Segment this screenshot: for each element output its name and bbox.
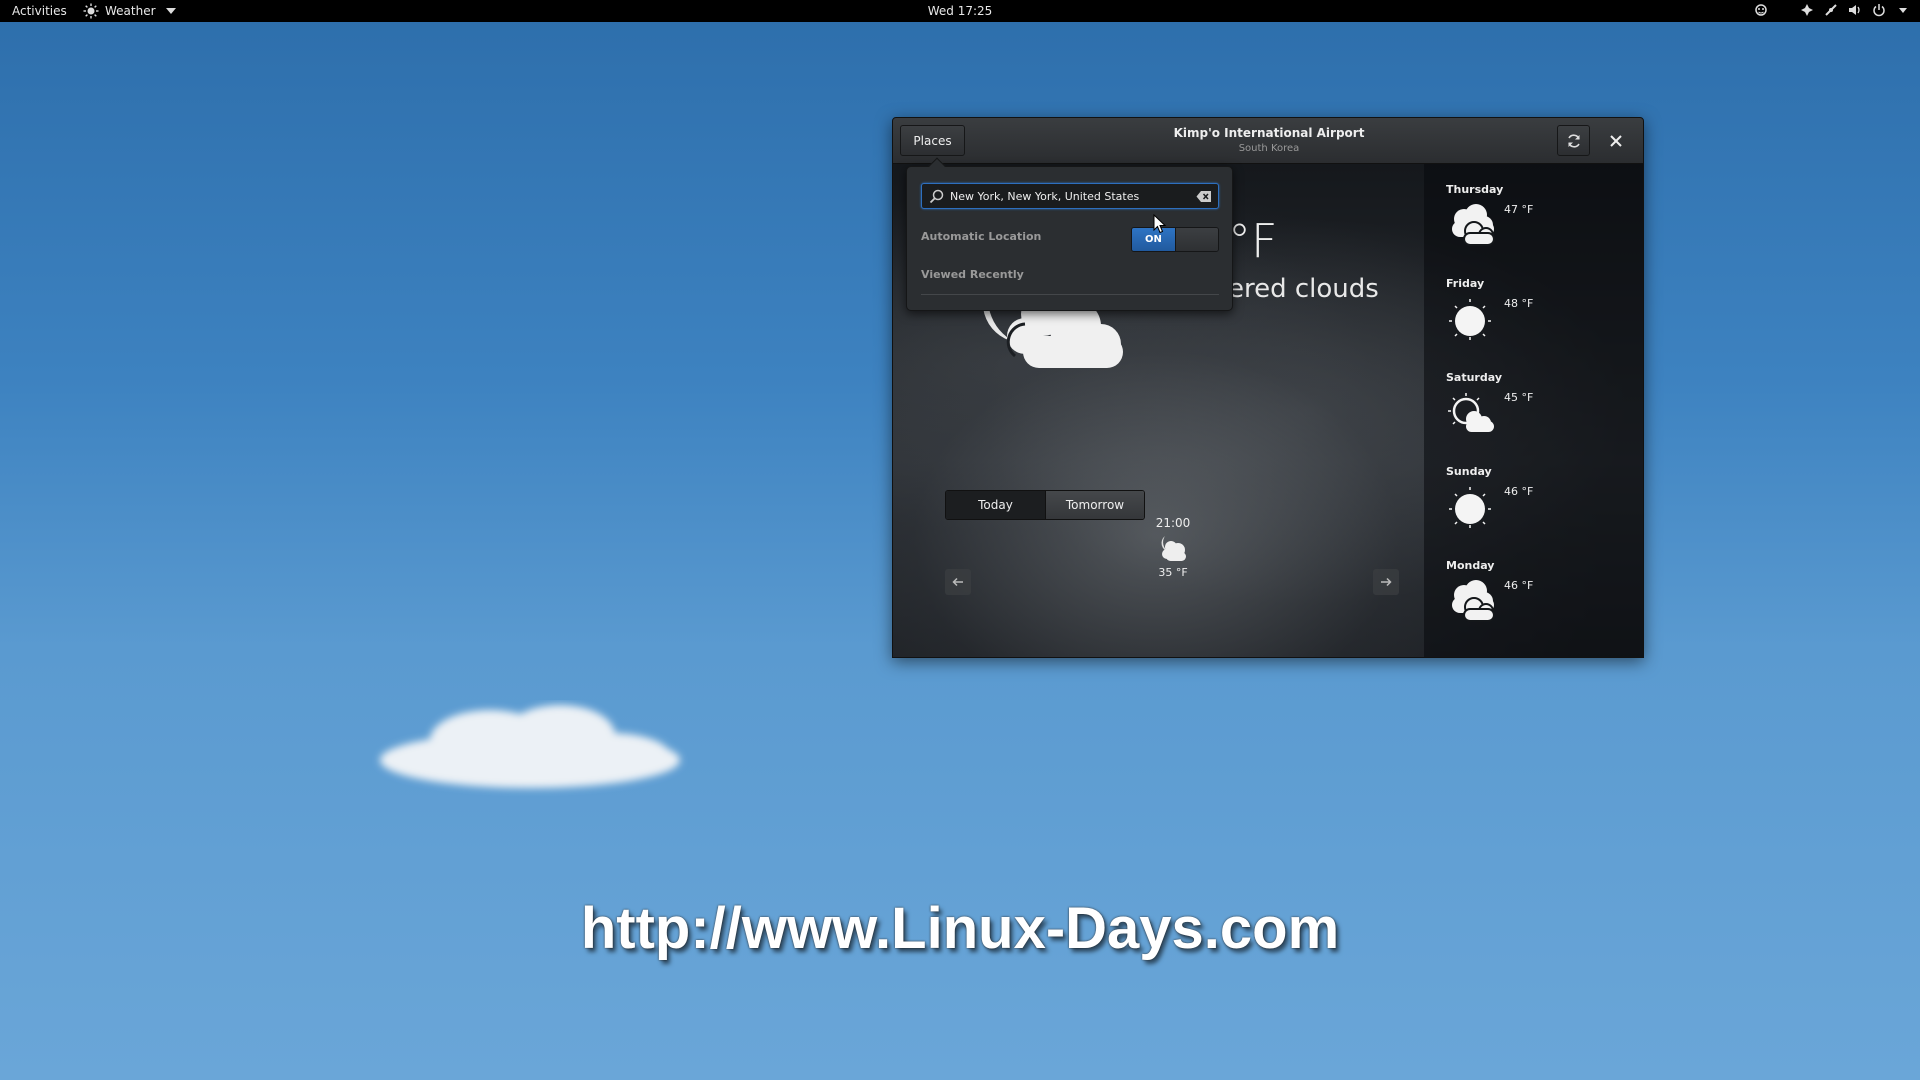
- header-bar: Places Kimp'o International Airport Sout…: [893, 118, 1643, 164]
- current-temperature: °F: [1228, 214, 1278, 268]
- chevron-down-icon: [165, 8, 176, 14]
- cloudy-icon: [1452, 204, 1495, 246]
- tab-today[interactable]: Today: [946, 491, 1045, 519]
- location-search-box[interactable]: [921, 183, 1219, 209]
- window-title: Kimp'o International Airport: [1173, 126, 1365, 140]
- network-icon[interactable]: [1824, 3, 1838, 17]
- watermark-text: http://www.Linux-Days.com: [580, 896, 1340, 961]
- forecast-temperature: 48 °F: [1504, 297, 1534, 310]
- forecast-temperature: 46 °F: [1504, 485, 1534, 498]
- power-icon[interactable]: [1872, 3, 1886, 17]
- app-menu[interactable]: Weather: [83, 3, 176, 19]
- day-switcher: Today Tomorrow: [945, 490, 1145, 520]
- forecast-temperature: 45 °F: [1504, 391, 1534, 404]
- separator: [921, 294, 1219, 295]
- partly-cloudy-icon: [1448, 393, 1494, 432]
- tab-tomorrow[interactable]: Tomorrow: [1045, 491, 1144, 519]
- sunny-icon: [1449, 299, 1491, 340]
- search-icon: [929, 189, 944, 204]
- daily-forecast-panel: Thursday 47 °F Friday 48 °F Saturday 45 …: [1424, 164, 1643, 657]
- arrow-right-icon: [1381, 577, 1392, 587]
- location-search-input[interactable]: [950, 187, 1190, 205]
- system-tray[interactable]: [1754, 3, 1910, 17]
- sunny-icon: [1449, 487, 1491, 528]
- forecast-day: Saturday 45 °F: [1446, 371, 1636, 451]
- forecast-day: Friday 48 °F: [1446, 277, 1636, 357]
- previous-hours-button[interactable]: [945, 569, 971, 595]
- automatic-location-switch[interactable]: ON: [1131, 227, 1219, 252]
- arrow-left-icon: [952, 577, 963, 587]
- forecast-day-name: Saturday: [1446, 371, 1502, 384]
- forecast-temperature: 46 °F: [1504, 579, 1534, 592]
- close-button[interactable]: [1605, 130, 1627, 152]
- forecast-temperature: 47 °F: [1504, 203, 1534, 216]
- forecast-day: Monday 46 °F: [1446, 559, 1636, 639]
- hourly-time: 21:00: [1155, 516, 1191, 530]
- places-popover: Automatic Location ON Viewed Recently: [906, 157, 1233, 311]
- cloudy-icon: [1452, 580, 1495, 622]
- top-bar: Activities Weather Wed 17:25: [0, 0, 1920, 22]
- mouse-pointer-icon: [1153, 214, 1167, 234]
- desktop-cloud-decoration: [380, 705, 680, 788]
- current-condition: ered clouds: [1228, 274, 1379, 304]
- volume-icon[interactable]: [1848, 3, 1862, 17]
- chevron-down-icon[interactable]: [1896, 3, 1910, 17]
- next-hours-button[interactable]: [1373, 569, 1399, 595]
- close-icon: [1610, 135, 1622, 147]
- window-subtitle: South Korea: [1238, 143, 1300, 154]
- forecast-day-name: Monday: [1446, 559, 1495, 572]
- refresh-button[interactable]: [1557, 125, 1590, 156]
- weather-icon[interactable]: [1754, 3, 1768, 17]
- hourly-forecast-item: 21:00 35 °F: [1148, 516, 1198, 579]
- forecast-day: Sunday 46 °F: [1446, 465, 1636, 545]
- weather-app-icon: [83, 3, 99, 19]
- forecast-day: Thursday 47 °F: [1446, 183, 1636, 263]
- clear-text-icon[interactable]: [1196, 190, 1212, 203]
- night-cloudy-icon: [1161, 536, 1186, 561]
- accessibility-icon[interactable]: [1800, 3, 1814, 17]
- clock[interactable]: Wed 17:25: [928, 4, 993, 18]
- activities-button[interactable]: Activities: [12, 4, 67, 18]
- viewed-recently-label: Viewed Recently: [921, 268, 1024, 281]
- refresh-icon: [1567, 133, 1580, 148]
- forecast-day-name: Sunday: [1446, 465, 1492, 478]
- switch-knob[interactable]: [1174, 228, 1218, 251]
- automatic-location-label: Automatic Location: [921, 230, 1042, 243]
- app-menu-label: Weather: [105, 4, 156, 18]
- forecast-day-name: Thursday: [1446, 183, 1504, 196]
- hourly-temperature: 35 °F: [1158, 566, 1188, 579]
- forecast-day-name: Friday: [1446, 277, 1485, 290]
